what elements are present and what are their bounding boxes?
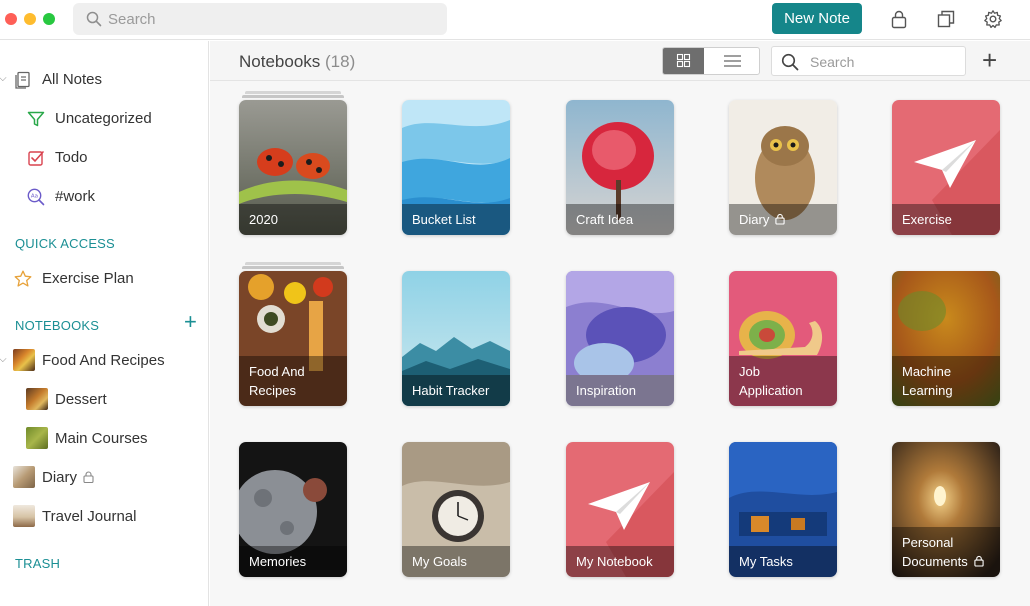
- sidebar-item-label: #work: [55, 188, 96, 205]
- notebook-title: Job Application: [729, 356, 837, 406]
- sidebar-item-label: Dessert: [55, 391, 107, 408]
- sidebar-item-label: Travel Journal: [42, 508, 137, 525]
- sidebar: ⌵ All Notes Uncategorized Todo Aa #work …: [0, 41, 209, 606]
- sidebar-item-label: Main Courses: [55, 430, 148, 447]
- sidebar-item-diary[interactable]: Diary: [0, 464, 208, 492]
- quick-access-heading: QUICK ACCESS: [15, 236, 115, 251]
- sidebar-item-todo[interactable]: Todo: [0, 144, 208, 172]
- sidebar-item-dessert[interactable]: Dessert: [0, 386, 208, 414]
- notebook-title: 2020: [239, 204, 347, 235]
- sidebar-item-label: Exercise Plan: [42, 270, 134, 287]
- notes-icon: [15, 71, 30, 89]
- notebook-title: Machine Learning: [892, 356, 1000, 406]
- tag-search-icon: Aa: [27, 188, 45, 206]
- stack-edge: [245, 91, 341, 94]
- notebook-card-my-tasks[interactable]: My Tasks: [729, 442, 837, 577]
- notebook-title: My Notebook: [566, 546, 674, 577]
- add-notebook-button[interactable]: +: [184, 311, 197, 333]
- list-icon: [724, 55, 741, 67]
- minimize-window-button[interactable]: [24, 13, 36, 25]
- new-note-button[interactable]: New Note: [772, 3, 862, 34]
- notebook-card-memories[interactable]: Memories: [239, 442, 347, 577]
- search-icon: [781, 53, 799, 71]
- filter-icon: [27, 111, 45, 127]
- notebook-thumbnail: [26, 427, 48, 449]
- global-search-placeholder: Search: [108, 11, 156, 28]
- lock-icon: [775, 213, 785, 225]
- notebooks-heading: NOTEBOOKS: [15, 318, 100, 333]
- notebook-card-personal-documents[interactable]: Personal Documents: [892, 442, 1000, 577]
- notebook-card-2020[interactable]: 2020: [239, 100, 347, 235]
- grid-view-button[interactable]: [663, 48, 704, 74]
- sidebar-item-travel-journal[interactable]: Travel Journal: [0, 503, 208, 531]
- sidebar-item-exercise-plan[interactable]: Exercise Plan: [0, 265, 208, 293]
- sidebar-item-work-tag[interactable]: Aa #work: [0, 183, 208, 211]
- sidebar-item-food-and-recipes[interactable]: ⌵ Food And Recipes: [0, 347, 208, 375]
- notebook-title: Memories: [239, 546, 347, 577]
- notebook-title: Inspiration: [566, 375, 674, 406]
- notebook-search-placeholder: Search: [810, 54, 855, 70]
- notebook-thumbnail: [13, 466, 35, 488]
- notebook-title: Craft Idea: [566, 204, 674, 235]
- sidebar-item-label: Food And Recipes: [42, 352, 165, 369]
- page-title: Notebooks (18): [239, 52, 356, 71]
- notebook-card-inspiration[interactable]: Inspiration: [566, 271, 674, 406]
- notebook-card-my-notebook[interactable]: My Notebook: [566, 442, 674, 577]
- sidebar-item-label: Todo: [55, 149, 88, 166]
- grid-icon: [676, 53, 691, 68]
- lock-icon: [974, 555, 984, 567]
- notebook-card-craft-idea[interactable]: Craft Idea: [566, 100, 674, 235]
- notebook-thumbnail: [26, 388, 48, 410]
- star-icon: [14, 270, 32, 287]
- sidebar-item-label: All Notes: [42, 71, 103, 88]
- notebook-title: My Goals: [402, 546, 510, 577]
- sidebar-item-label: Diary: [42, 469, 94, 486]
- notebook-card-habit-tracker[interactable]: Habit Tracker: [402, 271, 510, 406]
- sidebar-item-all-notes[interactable]: ⌵ All Notes: [0, 66, 208, 94]
- notebook-title: Exercise: [892, 204, 1000, 235]
- notebook-card-job-application[interactable]: Job Application: [729, 271, 837, 406]
- gear-icon[interactable]: [983, 9, 1003, 29]
- stack-edge: [242, 95, 344, 98]
- zoom-window-button[interactable]: [43, 13, 55, 25]
- notebook-thumbnail: [13, 505, 35, 527]
- lock-icon: [83, 471, 94, 483]
- sidebar-item-uncategorized[interactable]: Uncategorized: [0, 105, 208, 133]
- notebook-card-food-and-recipes[interactable]: Food And Recipes: [239, 271, 347, 406]
- list-view-button[interactable]: [705, 48, 759, 74]
- notebook-card-diary[interactable]: Diary: [729, 100, 837, 235]
- close-window-button[interactable]: [5, 13, 17, 25]
- notebook-card-bucket-list[interactable]: Bucket List: [402, 100, 510, 235]
- sidebar-item-main-courses[interactable]: Main Courses: [0, 425, 208, 453]
- search-icon: [86, 11, 102, 27]
- notebook-title: Personal Documents: [892, 527, 1000, 577]
- global-search-input[interactable]: Search: [73, 3, 447, 35]
- stack-edge: [245, 262, 341, 265]
- notebook-card-machine-learning[interactable]: Machine Learning: [892, 271, 1000, 406]
- chevron-down-icon[interactable]: ⌵: [0, 354, 7, 365]
- stack-edge: [242, 266, 344, 269]
- notebook-title: Food And Recipes: [239, 356, 347, 406]
- view-mode-toggle[interactable]: [662, 47, 760, 75]
- sidebar-item-label: Uncategorized: [55, 110, 152, 127]
- notebook-title: Diary: [729, 204, 837, 235]
- notebook-search-input[interactable]: Search: [771, 46, 966, 76]
- notebook-title: Bucket List: [402, 204, 510, 235]
- notebook-card-my-goals[interactable]: My Goals: [402, 442, 510, 577]
- checkbox-icon: [28, 151, 44, 166]
- notebook-count: (18): [325, 52, 356, 71]
- chevron-down-icon[interactable]: ⌵: [0, 73, 7, 84]
- title-bar: Search New Note: [0, 0, 1030, 40]
- trash-heading[interactable]: TRASH: [15, 556, 60, 571]
- notebooks-header: Notebooks (18) Search +: [210, 41, 1030, 81]
- notebook-title: Habit Tracker: [402, 375, 510, 406]
- notebook-thumbnail: [13, 349, 35, 371]
- lock-icon[interactable]: [889, 9, 909, 29]
- svg-text:Aa: Aa: [31, 194, 38, 200]
- duplicate-window-icon[interactable]: [936, 9, 956, 29]
- notebook-card-exercise[interactable]: Exercise: [892, 100, 1000, 235]
- notebook-title: My Tasks: [729, 546, 837, 577]
- add-notebook-button[interactable]: +: [982, 45, 997, 75]
